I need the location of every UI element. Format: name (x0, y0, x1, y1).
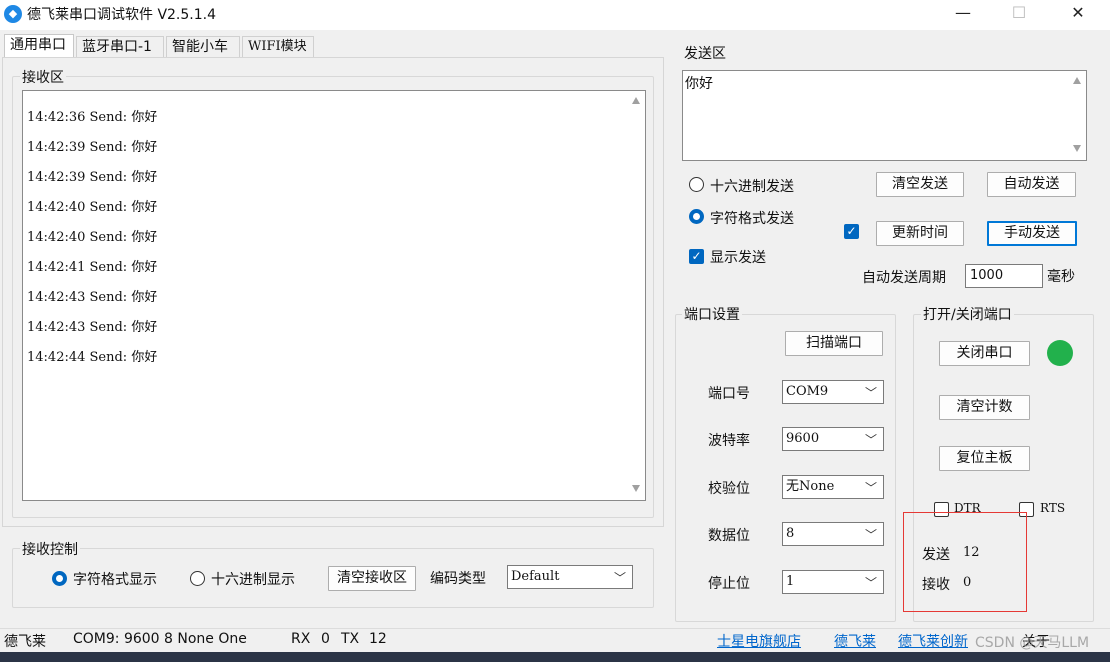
send-text: 你好 (685, 76, 713, 92)
status-link-brand[interactable]: 德飞莱 (834, 631, 876, 651)
stopbits-value: 1 (786, 574, 795, 589)
text-display-label: 字符格式显示 (73, 572, 157, 588)
receive-scrollbar[interactable] (627, 91, 645, 500)
status-tx-value: 12 (369, 631, 387, 647)
chevron-down-icon: ﹀ (864, 576, 877, 590)
update-time-button[interactable]: 更新时间 (876, 221, 964, 246)
log-line: 14:42:41 Send: 你好 (27, 260, 158, 275)
databits-value: 8 (786, 526, 795, 541)
parity-value: 无None (786, 479, 835, 494)
receive-control-label: 接收控制 (20, 539, 80, 559)
baud-label: 波特率 (708, 433, 750, 449)
auto-send-button[interactable]: 自动发送 (987, 172, 1076, 197)
log-line: 14:42:44 Send: 你好 (27, 350, 158, 365)
rts-label: RTS (1040, 501, 1066, 515)
chevron-down-icon: ﹀ (864, 481, 877, 495)
log-line: 14:42:43 Send: 你好 (27, 320, 158, 335)
close-port-button[interactable]: 关闭串口 (939, 341, 1030, 366)
databits-select[interactable]: 8 ﹀ (782, 522, 884, 546)
status-led-icon (1047, 340, 1073, 366)
encoding-value: Default (511, 569, 560, 584)
period-label: 自动发送周期 (862, 270, 946, 286)
open-close-label: 打开/关闭端口 (921, 304, 1014, 324)
send-group-label: 发送区 (682, 43, 728, 63)
tab-wifi-module[interactable]: WIFI模块 (242, 36, 314, 58)
baud-select[interactable]: 9600 ﹀ (782, 427, 884, 451)
encoding-select[interactable]: Default ﹀ (507, 565, 633, 589)
clear-send-button[interactable]: 清空发送 (876, 172, 964, 197)
manual-send-button[interactable]: 手动发送 (987, 221, 1077, 246)
status-rx-value: 0 (321, 631, 330, 647)
log-line: 14:42:43 Send: 你好 (27, 290, 158, 305)
status-link-innovation[interactable]: 德飞莱创新 (898, 631, 968, 651)
hex-display-label: 十六进制显示 (211, 572, 295, 588)
tab-bluetooth-serial[interactable]: 蓝牙串口-1 (76, 36, 164, 58)
log-line: 14:42:39 Send: 你好 (27, 140, 158, 155)
port-label: 端口号 (708, 386, 750, 402)
hex-send-radio[interactable] (689, 177, 704, 192)
baud-value: 9600 (786, 431, 820, 446)
chevron-down-icon: ﹀ (864, 433, 877, 447)
app-logo-icon: ◆ (4, 5, 22, 23)
window-title: 德飞莱串口调试软件 V2.5.1.4 (27, 7, 217, 23)
scroll-up-icon[interactable] (632, 97, 640, 104)
show-send-label: 显示发送 (710, 250, 766, 266)
tab-smart-car[interactable]: 智能小车 (166, 36, 240, 58)
hex-send-label: 十六进制发送 (710, 179, 794, 195)
hex-display-radio[interactable] (190, 571, 205, 586)
parity-select[interactable]: 无None ﹀ (782, 475, 884, 499)
log-line: 14:42:40 Send: 你好 (27, 200, 158, 215)
databits-label: 数据位 (708, 528, 750, 544)
status-port-info: COM9: 9600 8 None One (73, 631, 247, 647)
scroll-up-icon[interactable] (1073, 77, 1081, 84)
clear-count-button[interactable]: 清空计数 (939, 395, 1030, 420)
maximize-button[interactable]: ☐ (996, 2, 1042, 26)
encoding-label: 编码类型 (430, 571, 486, 587)
send-scrollbar[interactable] (1068, 71, 1086, 160)
taskbar-strip (0, 652, 1110, 662)
stopbits-label: 停止位 (708, 576, 750, 592)
close-button[interactable]: ✕ (1055, 2, 1101, 26)
highlight-box (903, 512, 1027, 612)
scroll-down-icon[interactable] (1073, 145, 1081, 152)
receive-textarea[interactable]: 14:42:36 Send: 你好 14:42:39 Send: 你好 14:4… (22, 90, 646, 501)
port-value: COM9 (786, 384, 829, 399)
receive-group-label: 接收区 (20, 67, 66, 87)
scan-port-button[interactable]: 扫描端口 (785, 331, 883, 356)
minimize-button[interactable]: — (940, 2, 986, 26)
port-select[interactable]: COM9 ﹀ (782, 380, 884, 404)
tab-general-serial[interactable]: 通用串口 (4, 34, 74, 58)
watermark: CSDN @天马LLM (975, 635, 1090, 651)
text-send-label: 字符格式发送 (710, 211, 794, 227)
update-time-checkbox[interactable]: ✓ (844, 224, 859, 239)
log-line: 14:42:39 Send: 你好 (27, 170, 158, 185)
period-input[interactable]: 1000 (965, 264, 1043, 288)
chevron-down-icon: ﹀ (864, 386, 877, 400)
stopbits-select[interactable]: 1 ﹀ (782, 570, 884, 594)
log-line: 14:42:36 Send: 你好 (27, 110, 158, 125)
text-send-radio[interactable] (689, 209, 704, 224)
status-brand: 德飞莱 (4, 634, 46, 650)
send-textarea[interactable]: 你好 (682, 70, 1087, 161)
period-unit-label: 毫秒 (1047, 269, 1075, 285)
port-settings-label: 端口设置 (682, 304, 742, 324)
status-link-store[interactable]: 士星电旗舰店 (717, 631, 801, 651)
reset-board-button[interactable]: 复位主板 (939, 446, 1030, 471)
show-send-checkbox[interactable]: ✓ (689, 249, 704, 264)
scroll-down-icon[interactable] (632, 485, 640, 492)
text-display-radio[interactable] (52, 571, 67, 586)
chevron-down-icon: ﹀ (613, 571, 626, 585)
status-tx-label: TX (341, 631, 360, 647)
status-rx-label: RX (291, 631, 311, 647)
chevron-down-icon: ﹀ (864, 528, 877, 542)
clear-receive-button[interactable]: 清空接收区 (328, 566, 416, 591)
log-line: 14:42:40 Send: 你好 (27, 230, 158, 245)
parity-label: 校验位 (708, 481, 750, 497)
